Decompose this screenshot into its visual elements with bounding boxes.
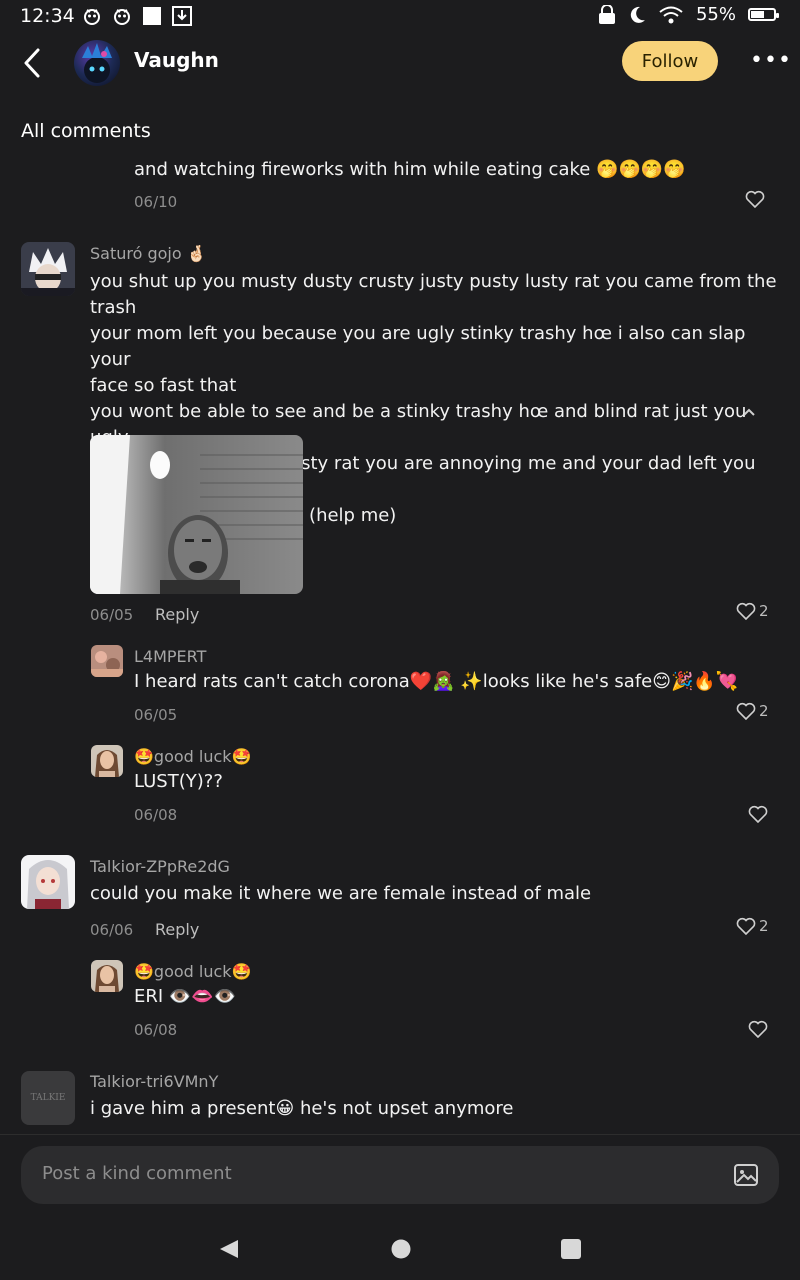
like-count: 2 [759, 702, 769, 720]
avatar-logo-text: TALKIE [30, 1093, 66, 1103]
comment-line: you shut up you musty dusty crusty justy… [90, 271, 777, 318]
comment-text: and watching fireworks with him while ea… [134, 159, 686, 180]
wifi-icon [659, 6, 683, 23]
nav-home-icon[interactable] [390, 1238, 412, 1260]
reply-username[interactable]: L4MPERT [134, 647, 206, 666]
like-count: 2 [759, 917, 769, 935]
download-icon [172, 6, 192, 26]
profile-name[interactable]: Vaughn [134, 48, 219, 72]
battery-percent: 55% [695, 4, 736, 25]
avatar[interactable] [91, 745, 123, 777]
comment-list[interactable]: and watching fireworks with him while ea… [0, 155, 800, 1133]
heart-icon[interactable] [748, 805, 768, 823]
comment-input-placeholder: Post a kind comment [42, 1163, 232, 1184]
avatar[interactable] [91, 960, 123, 992]
heart-icon [736, 602, 756, 620]
comment-username[interactable]: Talkior-ZPpRe2dG [90, 857, 230, 876]
comment-date: 06/10 [134, 193, 178, 211]
reply-text: I heard rats can't catch corona❤️🧟‍♀️ ✨l… [134, 671, 739, 692]
like-button[interactable]: 2 [736, 917, 769, 935]
like-button[interactable]: 2 [736, 702, 769, 720]
status-right: 55% [598, 4, 779, 25]
battery-icon [748, 8, 779, 21]
header: Vaughn Follow ••• [0, 36, 800, 92]
heart-icon[interactable] [748, 1020, 768, 1038]
lock-icon [598, 4, 615, 24]
avatar[interactable] [21, 855, 75, 909]
reply-button[interactable]: Reply [155, 605, 199, 624]
image-icon[interactable] [733, 1162, 759, 1188]
comment-date: 06/06 [90, 921, 134, 939]
follow-button[interactable]: Follow [622, 41, 718, 81]
divider [0, 1134, 800, 1135]
reply-date: 06/05 [134, 706, 178, 724]
comment-text: could you make it where we are female in… [90, 883, 592, 904]
avatar[interactable] [74, 40, 120, 86]
notification-icons [82, 6, 192, 26]
comment-line: face so fast that [90, 375, 237, 396]
app-notification-icon [114, 9, 130, 25]
square-notification-icon [143, 7, 161, 25]
nav-recents-icon[interactable] [560, 1238, 582, 1260]
reply-date: 06/08 [134, 806, 178, 824]
heart-icon [736, 917, 756, 935]
app-notification-icon [84, 9, 100, 25]
status-bar: 12:34 55% [0, 0, 800, 34]
heart-icon [736, 702, 756, 720]
avatar[interactable]: TALKIE [21, 1071, 75, 1125]
reply-text: LUST(Y)?? [134, 771, 223, 792]
reply-username[interactable]: 🤩good luck🤩 [134, 962, 251, 981]
status-time: 12:34 [20, 5, 75, 27]
avatar[interactable] [91, 645, 123, 677]
more-icon[interactable]: ••• [750, 48, 792, 73]
heart-icon[interactable] [745, 190, 765, 208]
reply-button[interactable]: Reply [155, 920, 199, 939]
reply-text: ERI 👁️👄👁️ [134, 986, 237, 1007]
comment-input[interactable]: Post a kind comment [21, 1146, 779, 1204]
reply-date: 06/08 [134, 1021, 178, 1039]
like-button[interactable]: 2 [736, 602, 769, 620]
page-title: All comments [21, 120, 151, 142]
comment-username[interactable]: Talkior-tri6VMnY [90, 1072, 218, 1091]
comment-date: 06/05 [90, 606, 134, 624]
comment-username[interactable]: Saturó gojo 🤞🏻 [90, 244, 207, 263]
comment-line: your mom left you because you are ugly s… [90, 323, 746, 370]
comment-image[interactable] [90, 435, 303, 594]
back-icon[interactable] [18, 46, 48, 80]
avatar[interactable] [21, 242, 75, 296]
system-nav-bar [0, 1218, 800, 1280]
nav-back-icon[interactable] [218, 1238, 240, 1260]
moon-icon [630, 6, 645, 23]
reply-username[interactable]: 🤩good luck🤩 [134, 747, 251, 766]
comment-text: i gave him a present😀 he's not upset any… [90, 1098, 514, 1119]
chevron-up-icon[interactable] [741, 406, 757, 418]
like-count: 2 [759, 602, 769, 620]
